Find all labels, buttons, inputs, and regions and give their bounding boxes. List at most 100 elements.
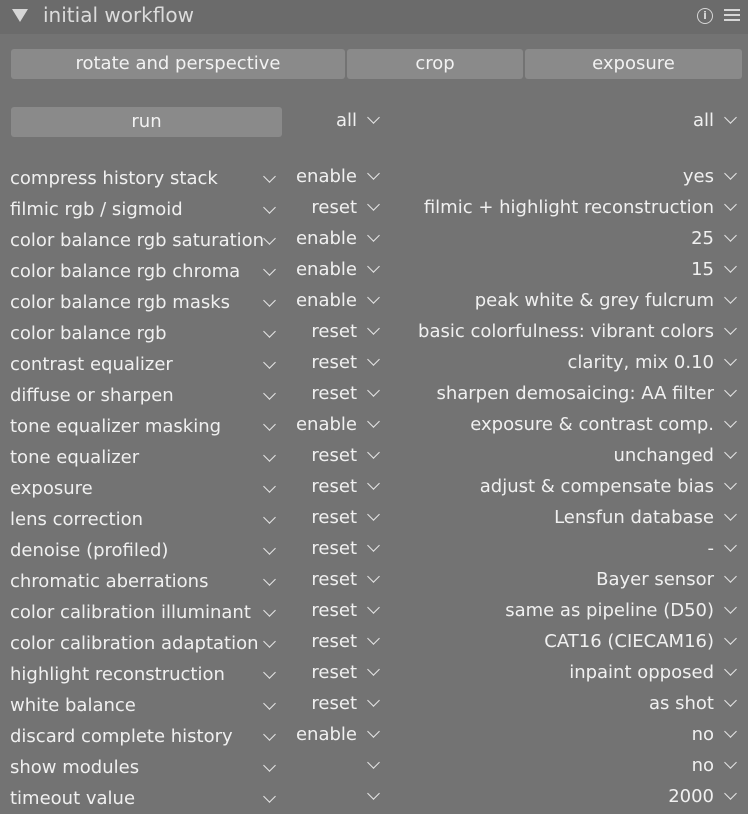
chevron-down-icon[interactable] [263,604,276,617]
row-value-dropdown[interactable]: exposure & contrast comp. [470,413,714,437]
chevron-down-icon[interactable] [263,387,276,400]
chevron-down-icon[interactable] [367,446,380,459]
chevron-down-icon[interactable] [724,508,737,521]
chevron-down-icon[interactable] [263,232,276,245]
chevron-down-icon[interactable] [263,573,276,586]
chevron-down-icon[interactable] [263,697,276,710]
row-label[interactable]: show modules [10,756,139,780]
row-action-dropdown[interactable]: reset [311,444,357,468]
row-label[interactable]: filmic rgb / sigmoid [10,198,183,222]
run-button[interactable]: run [11,107,282,137]
chevron-down-icon[interactable] [263,170,276,183]
chevron-down-icon[interactable] [263,325,276,338]
row-action-dropdown[interactable]: reset [311,568,357,592]
chevron-down-icon[interactable] [367,384,380,397]
row-label[interactable]: tone equalizer masking [10,415,221,439]
row-label[interactable]: exposure [10,477,93,501]
row-value-dropdown[interactable]: Bayer sensor [596,568,714,592]
row-action-dropdown[interactable]: reset [311,630,357,654]
row-action-dropdown[interactable]: enable [296,165,357,189]
row-value-dropdown[interactable]: unchanged [614,444,715,468]
chevron-down-icon[interactable] [724,446,737,459]
chevron-down-icon[interactable] [724,415,737,428]
chevron-down-icon[interactable] [724,384,737,397]
row-value-dropdown[interactable]: as shot [649,692,714,716]
chevron-down-icon[interactable] [724,694,737,707]
chevron-down-icon[interactable] [724,260,737,273]
row-label[interactable]: lens correction [10,508,143,532]
chevron-down-icon[interactable] [367,415,380,428]
chevron-down-icon[interactable] [367,167,380,180]
row-action-dropdown[interactable]: reset [311,382,357,406]
row-value-dropdown[interactable]: 15 [691,258,714,282]
chevron-down-icon[interactable] [367,260,380,273]
chevron-down-icon[interactable] [724,229,737,242]
row-value-dropdown[interactable]: CAT16 (CIECAM16) [544,630,714,654]
info-icon[interactable]: i [697,8,713,24]
chevron-down-icon[interactable] [263,480,276,493]
chevron-down-icon[interactable] [724,787,737,800]
module-header[interactable]: initial workflow i [0,0,748,34]
chevron-down-icon[interactable] [724,539,737,552]
row-action-dropdown[interactable]: reset [311,475,357,499]
row-value-dropdown[interactable]: adjust & compensate bias [480,475,714,499]
row-label[interactable]: color balance rgb saturation [10,229,264,253]
chevron-down-icon[interactable] [263,294,276,307]
chevron-down-icon[interactable] [724,291,737,304]
chevron-down-icon[interactable] [724,756,737,769]
row-value-dropdown[interactable]: 25 [691,227,714,251]
row-action-dropdown[interactable]: reset [311,692,357,716]
rotate-and-perspective-button[interactable]: rotate and perspective [11,49,345,79]
row-action-dropdown[interactable]: enable [296,723,357,747]
chevron-down-icon[interactable] [263,356,276,369]
chevron-down-icon[interactable] [724,725,737,738]
chevron-down-icon[interactable] [367,632,380,645]
row-label[interactable]: denoise (profiled) [10,539,168,563]
row-label[interactable]: compress history stack [10,167,218,191]
chevron-down-icon[interactable] [724,353,737,366]
row-action-dropdown[interactable]: reset [311,537,357,561]
row-action-dropdown[interactable]: enable [296,227,357,251]
row-action-dropdown[interactable]: reset [311,320,357,344]
chevron-down-icon[interactable] [724,601,737,614]
run-target-dropdown[interactable]: all [693,109,714,133]
chevron-down-icon[interactable] [263,201,276,214]
chevron-down-icon[interactable] [367,291,380,304]
chevron-down-icon[interactable] [367,725,380,738]
chevron-down-icon[interactable] [263,263,276,276]
row-label[interactable]: color calibration adaptation [10,632,259,656]
row-value-dropdown[interactable]: peak white & grey fulcrum [475,289,714,313]
row-action-dropdown[interactable]: reset [311,661,357,685]
chevron-down-icon[interactable] [367,663,380,676]
row-value-dropdown[interactable]: - [708,537,715,561]
chevron-down-icon[interactable] [724,663,737,676]
exposure-button[interactable]: exposure [525,49,742,79]
row-label[interactable]: highlight reconstruction [10,663,225,687]
row-label[interactable]: tone equalizer [10,446,139,470]
chevron-down-icon[interactable] [367,570,380,583]
row-action-dropdown[interactable]: reset [311,196,357,220]
row-value-dropdown[interactable]: no [692,754,714,778]
chevron-down-icon[interactable] [263,635,276,648]
row-label[interactable]: color balance rgb chroma [10,260,240,284]
chevron-down-icon[interactable] [367,787,380,800]
row-label[interactable]: timeout value [10,787,135,811]
row-action-dropdown[interactable]: enable [296,289,357,313]
chevron-down-icon[interactable] [263,511,276,524]
chevron-down-icon[interactable] [367,353,380,366]
chevron-down-icon[interactable] [367,229,380,242]
row-value-dropdown[interactable]: inpaint opposed [569,661,714,685]
row-action-dropdown[interactable]: reset [311,351,357,375]
row-value-dropdown[interactable]: no [692,723,714,747]
chevron-down-icon[interactable] [724,477,737,490]
chevron-down-icon[interactable] [263,542,276,555]
chevron-down-icon[interactable] [263,666,276,679]
chevron-down-icon[interactable] [367,322,380,335]
chevron-down-icon[interactable] [367,477,380,490]
chevron-down-icon[interactable] [724,198,737,211]
run-scope-dropdown[interactable]: all [336,109,357,133]
chevron-down-icon[interactable] [724,632,737,645]
chevron-down-icon[interactable] [724,570,737,583]
chevron-down-icon[interactable] [367,198,380,211]
collapse-triangle-icon[interactable] [12,9,28,22]
